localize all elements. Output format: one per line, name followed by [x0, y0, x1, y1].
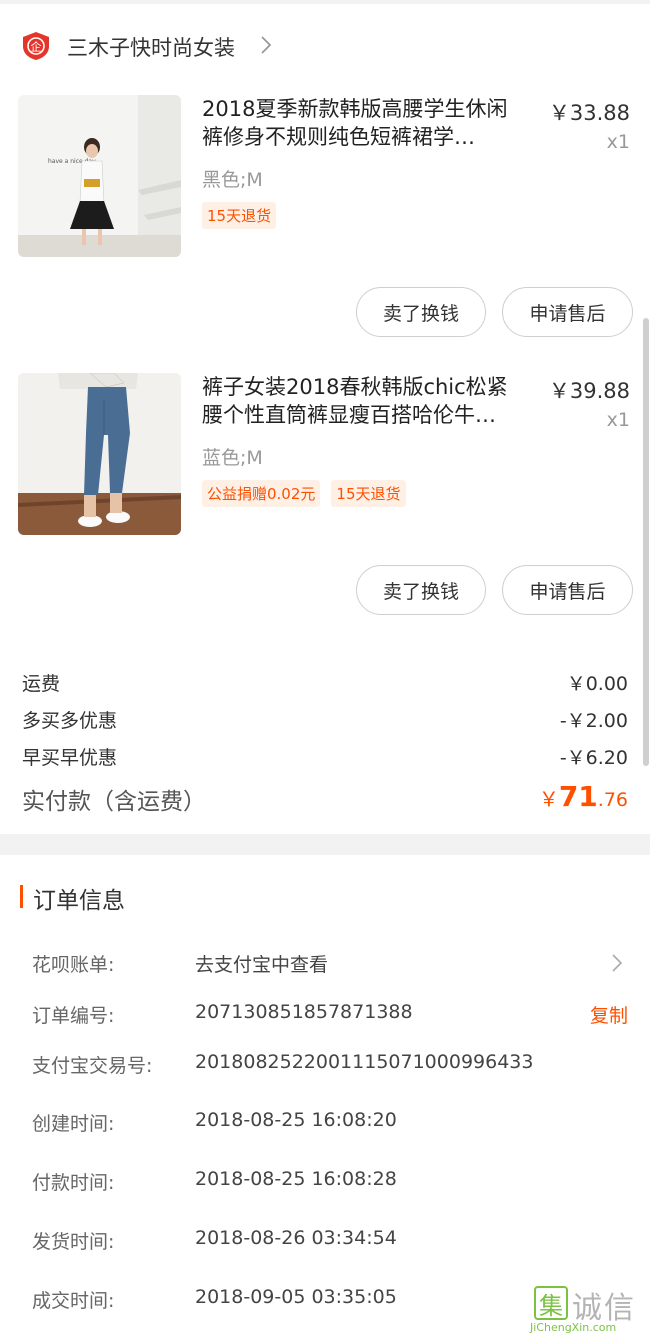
info-value: 2018-08-26 03:34:54 [195, 1227, 397, 1249]
created-time-row: 创建时间: 2018-08-25 16:08:20 [32, 1109, 630, 1139]
info-key: 花呗账单: [32, 954, 115, 976]
return-policy-tag: 15天退货 [202, 202, 277, 229]
watermark-logo: 集 诚信 JiChengXin.com [530, 1283, 648, 1334]
info-value: 2018-08-25 16:08:28 [195, 1168, 397, 1190]
section-title: 订单信息 [33, 888, 125, 914]
shop-badge-icon: 企 [23, 32, 49, 60]
fee-label: 多买多优惠 [22, 710, 118, 732]
product-image [18, 373, 181, 535]
total-decimal: .76 [597, 789, 628, 811]
resell-button[interactable]: 卖了换钱 [356, 565, 486, 615]
total-integer: 71 [558, 780, 598, 813]
fee-label: 运费 [22, 673, 61, 695]
product-thumbnail[interactable]: have a nice day [18, 95, 181, 257]
product-tags: 15天退货 [202, 202, 277, 229]
product-price: ￥33.88 [548, 101, 630, 125]
product-image: have a nice day [18, 95, 181, 257]
product-title[interactable]: 裤子女装2018春秋韩版chic松紧腰个性直筒裤显瘦百搭哈伦牛… [202, 373, 528, 429]
scrollbar[interactable] [643, 318, 649, 766]
info-key: 发货时间: [32, 1231, 115, 1253]
product-thumbnail[interactable] [18, 373, 181, 535]
total-amount: ￥71.76 [539, 780, 628, 813]
info-value: 2018-09-05 03:35:05 [195, 1286, 397, 1308]
info-key: 成交时间: [32, 1290, 115, 1312]
product-tags: 公益捐赠0.02元 15天退货 [202, 480, 406, 507]
info-value: 去支付宝中查看 [195, 954, 329, 976]
product-spec: 黑色;M [202, 169, 263, 191]
product-spec: 蓝色;M [202, 447, 263, 469]
product-quantity: x1 [606, 409, 630, 431]
product-quantity: x1 [606, 131, 630, 153]
watermark-box: 集 [534, 1286, 568, 1320]
chevron-right-icon [612, 954, 623, 972]
fee-label: 早买早优惠 [22, 747, 118, 769]
info-value: 2018082522001115071000996433 [195, 1051, 534, 1073]
shipping-fee-row: 运费 ￥0.00 [22, 669, 628, 699]
order-item: have a nice day 2018夏季新款韩版高腰学生休闲裤修身不规则纯色… [0, 95, 650, 355]
copy-button[interactable]: 复制 [590, 1001, 628, 1028]
return-policy-tag: 15天退货 [331, 480, 406, 507]
info-key: 支付宝交易号: [32, 1055, 153, 1077]
order-item: 裤子女装2018春秋韩版chic松紧腰个性直筒裤显瘦百搭哈伦牛… ￥39.88 … [0, 373, 650, 633]
bulk-discount-row: 多买多优惠 -￥2.00 [22, 706, 628, 736]
order-card: 企 三木子快时尚女装 have a nice day 2018夏季新款韩版高腰学… [0, 4, 650, 834]
chevron-right-icon [261, 36, 272, 54]
total-paid-row: 实付款（含运费） ￥71.76 [22, 780, 628, 820]
after-sales-button[interactable]: 申请售后 [502, 287, 633, 337]
shop-name: 三木子快时尚女装 [67, 36, 235, 60]
fee-value: -￥6.20 [559, 747, 628, 769]
section-accent-bar [20, 885, 23, 908]
total-label: 实付款（含运费） [22, 789, 206, 815]
info-key: 订单编号: [32, 1005, 115, 1027]
total-currency: ￥ [538, 787, 559, 811]
product-price: ￥39.88 [548, 379, 630, 403]
shop-header[interactable]: 企 三木子快时尚女装 [0, 4, 650, 86]
order-number-row: 订单编号: 207130851857871388 复制 [32, 1001, 630, 1031]
fee-value: ￥0.00 [566, 673, 628, 695]
product-title[interactable]: 2018夏季新款韩版高腰学生休闲裤修身不规则纯色短裤裙学… [202, 95, 528, 151]
paid-time-row: 付款时间: 2018-08-25 16:08:28 [32, 1168, 630, 1198]
charity-tag: 公益捐赠0.02元 [202, 480, 321, 507]
after-sales-button[interactable]: 申请售后 [502, 565, 633, 615]
watermark-url: JiChengXin.com [530, 1321, 617, 1334]
early-discount-row: 早买早优惠 -￥6.20 [22, 743, 628, 773]
fee-value: -￥2.00 [559, 710, 628, 732]
info-key: 创建时间: [32, 1113, 115, 1135]
alipay-trade-row: 支付宝交易号: 2018082522001115071000996433 [32, 1051, 630, 1081]
order-info-card: 订单信息 花呗账单: 去支付宝中查看 订单编号: 207130851857871… [0, 855, 650, 1335]
info-value: 2018-08-25 16:08:20 [195, 1109, 397, 1131]
resell-button[interactable]: 卖了换钱 [356, 287, 486, 337]
info-key: 付款时间: [32, 1172, 115, 1194]
info-value: 207130851857871388 [195, 1001, 413, 1023]
shipped-time-row: 发货时间: 2018-08-26 03:34:54 [32, 1227, 630, 1257]
huabei-bill-row[interactable]: 花呗账单: 去支付宝中查看 [32, 950, 630, 980]
svg-text:企: 企 [31, 40, 42, 54]
